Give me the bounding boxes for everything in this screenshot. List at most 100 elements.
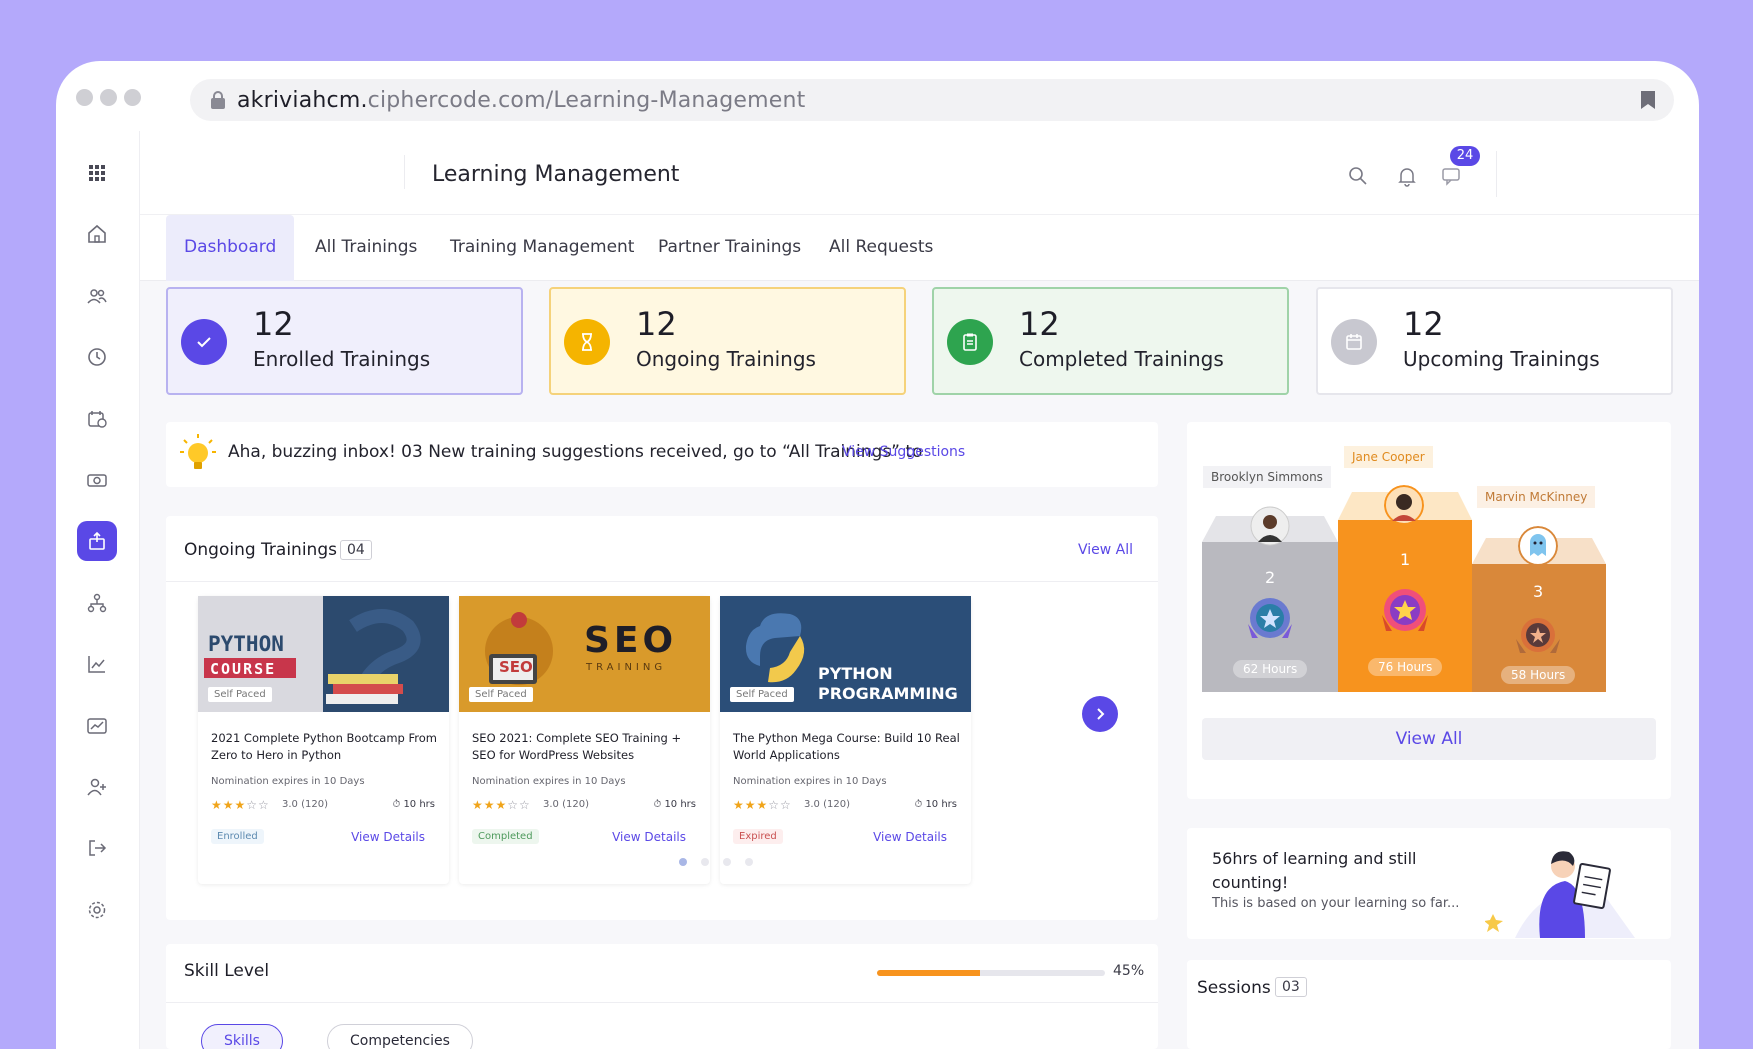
browser-chrome: akriviahcm.ciphercode.com/Learning-Manag… xyxy=(56,61,1699,131)
tab-training-management[interactable]: Training Management xyxy=(432,215,652,281)
bookmark-icon[interactable] xyxy=(1640,90,1656,110)
hours-badge: 58 Hours xyxy=(1501,666,1576,684)
search-icon[interactable] xyxy=(1347,165,1369,187)
skill-progress-bar xyxy=(877,970,1105,976)
sidebar xyxy=(56,131,140,1049)
thumb-subtitle: COURSE xyxy=(210,660,277,678)
view-details-link[interactable]: View Details xyxy=(351,830,425,844)
stat-card-ongoing[interactable]: 12 Ongoing Trainings xyxy=(549,287,906,395)
browser-window: akriviahcm.ciphercode.com/Learning-Manag… xyxy=(56,61,1699,1049)
stat-label: Upcoming Trainings xyxy=(1403,347,1600,371)
divider xyxy=(166,1002,1158,1003)
tab-bar: Dashboard All Trainings Training Managem… xyxy=(140,215,1699,281)
add-user-icon[interactable] xyxy=(77,767,117,807)
tab-dashboard[interactable]: Dashboard xyxy=(166,215,295,281)
carousel-dot[interactable] xyxy=(745,858,753,866)
header-divider xyxy=(404,155,405,189)
learning-hours-card: 56hrs of learning and still counting! Th… xyxy=(1187,828,1671,939)
tab-all-requests[interactable]: All Requests xyxy=(811,215,951,281)
course-title: The Python Mega Course: Build 10 Real Wo… xyxy=(733,731,960,762)
window-minimize-dot[interactable] xyxy=(100,89,117,106)
analytics-icon[interactable] xyxy=(77,644,117,684)
duration: ⏱ 10 hrs xyxy=(653,799,696,810)
pace-tag: Self Paced xyxy=(469,687,533,702)
course-thumbnail: PYTHON COURSE Self Paced xyxy=(198,596,449,712)
clipboard-icon xyxy=(947,319,993,365)
tab-partner-trainings[interactable]: Partner Trainings xyxy=(640,215,819,281)
skill-percent: 45% xyxy=(1113,963,1145,979)
skill-progress-fill xyxy=(877,970,980,976)
tab-all-trainings[interactable]: All Trainings xyxy=(297,215,435,281)
avatar xyxy=(1250,506,1290,546)
clock-icon[interactable] xyxy=(77,337,117,377)
tab-competencies[interactable]: Competencies xyxy=(327,1024,473,1049)
logout-icon[interactable] xyxy=(77,828,117,868)
learning-icon[interactable] xyxy=(77,521,117,561)
leaderboard-view-all-button[interactable]: View All xyxy=(1202,718,1656,760)
rank-number: 2 xyxy=(1265,568,1276,587)
carousel-dot[interactable] xyxy=(701,858,709,866)
stat-card-completed[interactable]: 12 Completed Trainings xyxy=(932,287,1289,395)
stat-card-enrolled[interactable]: 12 Enrolled Trainings xyxy=(166,287,523,395)
view-suggestions-link[interactable]: View Suggestions xyxy=(842,444,965,460)
stat-value: 12 xyxy=(1403,305,1444,343)
stat-card-upcoming[interactable]: 12 Upcoming Trainings xyxy=(1316,287,1673,395)
check-icon xyxy=(181,319,227,365)
stat-label: Completed Trainings xyxy=(1019,347,1224,371)
star-rating: ★★★☆☆ xyxy=(733,798,792,812)
status-badge: Enrolled xyxy=(211,829,264,844)
home-icon[interactable] xyxy=(77,214,117,254)
money-icon[interactable] xyxy=(77,460,117,500)
course-card[interactable]: SEO SEO TRAINING Self Paced SEO 2021: Co… xyxy=(459,596,710,884)
carousel-dot-active[interactable] xyxy=(679,858,687,866)
learning-title: 56hrs of learning and still counting! xyxy=(1212,849,1417,892)
medal-icon xyxy=(1248,598,1292,638)
address-bar[interactable]: akriviahcm.ciphercode.com/Learning-Manag… xyxy=(190,79,1674,121)
duration: ⏱ 10 hrs xyxy=(392,799,435,810)
report-icon[interactable] xyxy=(77,706,117,746)
star-rating: ★★★☆☆ xyxy=(472,798,531,812)
window-maximize-dot[interactable] xyxy=(124,89,141,106)
chevron-right-icon xyxy=(1097,708,1105,720)
expiry-text: Nomination expires in 10 Days xyxy=(472,776,626,787)
thumb-subtitle: TRAINING xyxy=(586,662,667,673)
divider xyxy=(166,581,1158,582)
chat-icon[interactable] xyxy=(1440,165,1462,187)
clock-icon: ⏱ xyxy=(653,799,665,810)
org-chart-icon[interactable] xyxy=(77,583,117,623)
section-title: Skill Level xyxy=(184,961,270,981)
course-thumbnail: PYTHON PROGRAMMING Self Paced xyxy=(720,596,971,712)
view-details-link[interactable]: View Details xyxy=(612,830,686,844)
pace-tag: Self Paced xyxy=(208,687,272,702)
apps-grid-icon[interactable] xyxy=(77,153,117,193)
hours-badge: 62 Hours xyxy=(1233,660,1308,678)
status-badge: Completed xyxy=(472,829,539,844)
course-card[interactable]: PYTHON COURSE Self Paced 2021 Complete P… xyxy=(198,596,449,884)
leader-name: Jane Cooper xyxy=(1344,446,1433,468)
course-thumbnail: SEO SEO TRAINING Self Paced xyxy=(459,596,710,712)
carousel-next-button[interactable] xyxy=(1082,696,1118,732)
settings-icon[interactable] xyxy=(77,890,117,930)
leader-name: Marvin McKinney xyxy=(1477,486,1596,508)
leader-name: Brooklyn Simmons xyxy=(1203,466,1331,488)
course-card[interactable]: PYTHON PROGRAMMING Self Paced The Python … xyxy=(720,596,971,884)
view-details-link[interactable]: View Details xyxy=(873,830,947,844)
calendar-clock-icon[interactable] xyxy=(77,399,117,439)
lightbulb-icon xyxy=(180,434,216,469)
users-icon[interactable] xyxy=(77,276,117,316)
thumb-title: SEO xyxy=(584,620,678,661)
clock-icon: ⏱ xyxy=(392,799,404,810)
tab-skills[interactable]: Skills xyxy=(201,1024,283,1049)
window-close-dot[interactable] xyxy=(76,89,93,106)
banner-message: Aha, buzzing inbox! 03 New training sugg… xyxy=(228,442,923,462)
clock-icon: ⏱ xyxy=(914,799,926,810)
bell-icon[interactable] xyxy=(1396,165,1418,187)
suggestion-banner: Aha, buzzing inbox! 03 New training sugg… xyxy=(166,422,1158,487)
duration: ⏱ 10 hrs xyxy=(914,799,957,810)
course-title: 2021 Complete Python Bootcamp From Zero … xyxy=(211,731,438,762)
leaderboard-panel: Brooklyn Simmons Jane Cooper Marvin McKi… xyxy=(1187,422,1671,799)
view-all-link[interactable]: View All xyxy=(1078,542,1133,558)
rating-value: 3.0 (120) xyxy=(282,799,328,810)
carousel-dot[interactable] xyxy=(723,858,731,866)
star-rating: ★★★☆☆ xyxy=(211,798,270,812)
